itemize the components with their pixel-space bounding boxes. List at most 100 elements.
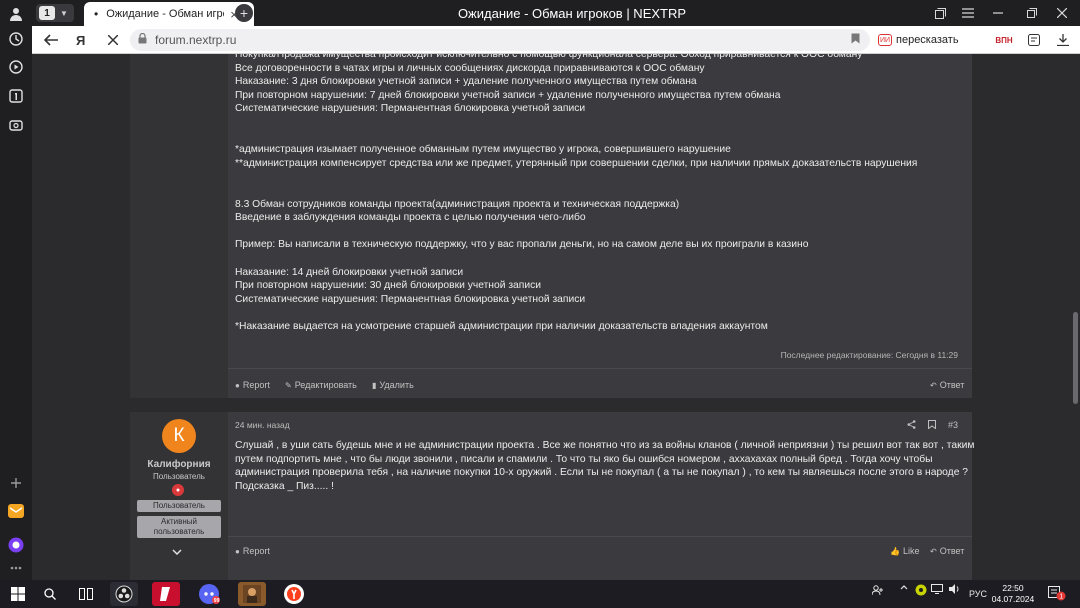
- like-link[interactable]: 👍 Like: [890, 546, 919, 556]
- tab-favicon-icon: •: [94, 7, 99, 21]
- tab-count-icon[interactable]: [6, 86, 26, 106]
- mail-icon[interactable]: [6, 501, 26, 521]
- post-divider: [228, 368, 972, 369]
- people-icon[interactable]: [872, 584, 884, 596]
- search-icon[interactable]: [36, 582, 64, 606]
- yandex-browser-icon[interactable]: [280, 582, 308, 606]
- task-view-icon[interactable]: [72, 582, 100, 606]
- obs-app-icon[interactable]: [110, 582, 138, 606]
- post-line: [235, 225, 917, 239]
- reply-link[interactable]: ↶ Ответ: [930, 546, 964, 556]
- windows-start-icon[interactable]: [4, 582, 32, 606]
- tab-title: Ожидание - Обман игроков: [106, 8, 224, 20]
- thumbs-up-icon: 👍: [890, 546, 900, 556]
- post-line: [235, 130, 917, 144]
- report-icon: ●: [235, 546, 240, 556]
- menu-icon[interactable]: [958, 3, 978, 23]
- discord-badge: 99: [214, 598, 220, 604]
- url-field[interactable]: forum.nextrp.ru: [130, 29, 870, 51]
- forum-post: Покупка/Продажа имущества происходит иск…: [130, 54, 972, 398]
- new-tab-button[interactable]: +: [235, 4, 253, 22]
- vpn-extension-icon[interactable]: ВПН: [992, 31, 1016, 49]
- retell-label: пересказать: [896, 34, 959, 46]
- tab-count: 1: [39, 6, 55, 20]
- scrollbar-thumb[interactable]: [1073, 312, 1078, 404]
- lock-icon: [138, 32, 147, 47]
- chevron-down-icon: ▼: [60, 8, 68, 18]
- more-icon[interactable]: [6, 558, 26, 578]
- svg-text:Я: Я: [76, 33, 85, 47]
- chevron-up-icon[interactable]: [900, 584, 908, 590]
- post-line: [235, 170, 917, 184]
- post-line: **администрация компенсирует средства ил…: [235, 157, 918, 169]
- language-indicator[interactable]: РУС: [969, 589, 987, 599]
- back-icon[interactable]: [42, 31, 60, 49]
- delete-link[interactable]: ▮ Удалить: [372, 380, 414, 390]
- retell-button[interactable]: ИИ пересказать: [878, 31, 959, 49]
- edit-link[interactable]: ✎ Редактировать: [285, 380, 357, 390]
- game-launcher-icon[interactable]: [152, 582, 180, 606]
- post-line: Введение в заблуждения команды проекта с…: [235, 212, 586, 224]
- collections-icon[interactable]: [930, 3, 950, 23]
- post-line: путем подпортить мне , что бы люди звони…: [235, 453, 933, 465]
- network-icon[interactable]: [931, 584, 943, 594]
- chevron-down-icon[interactable]: [172, 547, 182, 558]
- tab-counter-button[interactable]: 1 ▼: [36, 4, 74, 22]
- avatar[interactable]: К: [162, 419, 196, 453]
- post-body: Покупка/Продажа имущества происходит иск…: [235, 54, 917, 333]
- tab-strip: 1 ▼ • Ожидание - Обман игроков × + Ожида…: [32, 0, 1080, 26]
- reply-icon: ↶: [930, 380, 937, 390]
- close-window-icon[interactable]: [1052, 3, 1072, 23]
- video-icon[interactable]: [6, 57, 26, 77]
- screenshot-icon[interactable]: [6, 115, 26, 135]
- notifications-icon[interactable]: 1: [1048, 585, 1066, 601]
- bookmark-icon[interactable]: [851, 33, 860, 47]
- tab-active[interactable]: • Ожидание - Обман игроков ×: [84, 2, 254, 26]
- discord-app-icon[interactable]: 99: [195, 582, 223, 606]
- post-line: [235, 184, 917, 198]
- post-number[interactable]: #3: [948, 420, 958, 431]
- maximize-icon[interactable]: [1022, 3, 1042, 23]
- post-date[interactable]: 24 мин. назад: [235, 420, 290, 430]
- url-text: forum.nextrp.ru: [155, 33, 237, 47]
- post-line: администрация проверила тебя , на наличи…: [235, 467, 969, 479]
- report-link[interactable]: ● Report: [235, 380, 270, 390]
- minimize-icon[interactable]: [988, 3, 1008, 23]
- pencil-icon: ✎: [285, 380, 292, 390]
- username-link[interactable]: Калифорния: [130, 459, 228, 470]
- bookmark-post-icon[interactable]: [927, 420, 936, 431]
- windows-taskbar: 99 РУС 22:50 04.07.2024 1: [0, 580, 1080, 608]
- share-icon[interactable]: [907, 420, 916, 431]
- user-badge-icon: ●: [172, 484, 184, 496]
- post-line: Все договоренности в чатах игры и личных…: [235, 62, 705, 74]
- clock[interactable]: 22:50 04.07.2024: [988, 583, 1038, 605]
- clock-date: 04.07.2024: [991, 594, 1035, 604]
- add-panel-icon[interactable]: [6, 473, 26, 493]
- profile-icon[interactable]: [6, 4, 26, 24]
- ai-badge: ИИ: [878, 34, 892, 46]
- post-line: *Наказание выдается на усмотрение старше…: [235, 320, 768, 332]
- app-tray-icon[interactable]: [915, 584, 927, 596]
- page-scrollbar[interactable]: [1070, 54, 1080, 580]
- yandex-logo-icon[interactable]: Я: [72, 31, 90, 49]
- volume-icon[interactable]: [949, 584, 961, 594]
- user-title: Пользователь: [153, 472, 205, 481]
- post-line: Пример: Вы написали в техническую поддер…: [235, 239, 809, 251]
- history-icon[interactable]: [6, 29, 26, 49]
- clips-icon[interactable]: [1025, 31, 1043, 49]
- stop-icon[interactable]: [104, 31, 122, 49]
- alice-icon[interactable]: [6, 535, 26, 555]
- user-banner: Активный пользователь: [137, 516, 221, 538]
- reply-icon: ↶: [930, 546, 937, 556]
- post-line: При повторном нарушении: 7 дней блокиров…: [235, 89, 781, 101]
- game-app-icon[interactable]: [238, 582, 266, 606]
- notification-count: 1: [1059, 594, 1063, 601]
- post-line: [235, 252, 917, 266]
- address-bar: Я forum.nextrp.ru ИИ пересказать ВПН: [32, 26, 1080, 54]
- download-icon[interactable]: [1054, 31, 1072, 49]
- post-line: Покупка/Продажа имущества происходит иск…: [235, 54, 863, 60]
- clock-time: 22:50: [1002, 583, 1024, 593]
- report-link[interactable]: ● Report: [235, 546, 270, 556]
- reply-link[interactable]: ↶ Ответ: [930, 380, 964, 390]
- post-line: Наказание: 14 дней блокировки учетной за…: [235, 266, 464, 278]
